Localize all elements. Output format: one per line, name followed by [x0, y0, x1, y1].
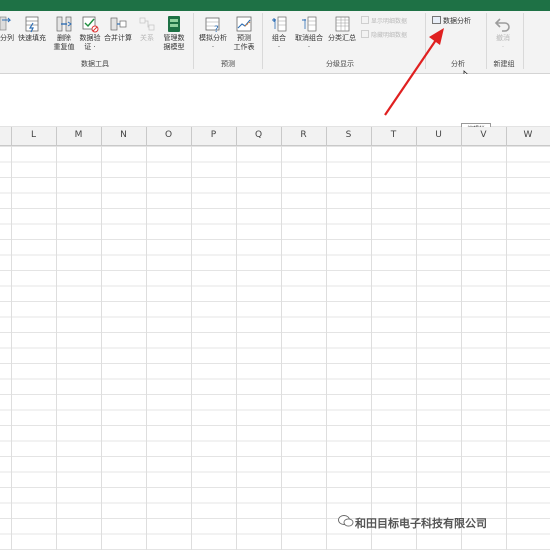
column-header[interactable]: V: [461, 130, 506, 140]
ungroup-rows-icon: [302, 16, 317, 32]
annotation-arrow-icon: [384, 28, 444, 116]
column-header[interactable]: Q: [236, 130, 281, 140]
column-header[interactable]: O: [146, 130, 191, 140]
what-if-analysis-button[interactable]: ? 模拟分析 ·: [197, 15, 229, 52]
relationships-label: 关系: [140, 34, 154, 42]
subtotal-label: 分类汇总: [328, 34, 356, 42]
subtotal-icon: [335, 16, 350, 32]
column-header[interactable]: W: [506, 130, 550, 140]
what-if-icon: ?: [205, 17, 220, 33]
group-label-forecast: 预测: [221, 60, 235, 68]
text-to-columns-label: 分列: [0, 34, 14, 42]
remove-duplicates-icon: [56, 16, 72, 32]
group-label-data-tools: 数据工具: [81, 60, 109, 68]
column-header[interactable]: T: [371, 130, 416, 140]
group-label-new-group: 新建组: [493, 60, 515, 68]
undo-button[interactable]: 撤消 ·: [490, 15, 516, 52]
excel-title-bar: [0, 0, 550, 11]
remove-duplicates-label-1: 删除: [57, 34, 71, 42]
column-header[interactable]: P: [191, 130, 236, 140]
ungroup-label-2: ·: [307, 43, 311, 51]
manage-data-model-button[interactable]: 管理数 据模型: [161, 15, 187, 52]
group-button[interactable]: 组合 ·: [266, 15, 292, 52]
wechat-logo-icon: [338, 515, 354, 527]
consolidate-button[interactable]: 合并计算: [103, 15, 133, 43]
column-separator: [506, 127, 507, 145]
ungroup-label-1: 取消组合: [295, 34, 323, 42]
undo-icon: [494, 18, 510, 32]
relationships-icon: [139, 17, 155, 31]
column-header[interactable]: M: [56, 130, 101, 140]
subtotal-button[interactable]: 分类汇总: [326, 15, 358, 43]
show-detail-icon: [361, 16, 369, 24]
column-header[interactable]: S: [326, 130, 371, 140]
column-separator: [101, 127, 102, 145]
column-separator: [461, 127, 462, 145]
consolidate-icon: [110, 17, 127, 31]
ribbon-separator: [523, 13, 524, 69]
watermark-text: 和田目标电子科技有限公司: [355, 517, 487, 530]
data-validation-label-1: 数据验: [79, 34, 101, 42]
ribbon-data-tab: 分列 快速填充 删除 重复值 数据验 证 · 合并计算 关系 管理数 据模型 数…: [0, 11, 550, 74]
svg-text:?: ?: [214, 25, 219, 33]
column-separator: [191, 127, 192, 145]
column-separator: [326, 127, 327, 145]
flash-fill-button[interactable]: 快速填充: [17, 15, 47, 43]
column-separator: [56, 127, 57, 145]
text-to-columns-icon: [0, 16, 12, 31]
data-model-icon: [168, 16, 180, 32]
column-header[interactable]: L: [11, 130, 56, 140]
hide-detail-icon: [361, 30, 369, 38]
remove-duplicates-button[interactable]: 删除 重复值: [52, 15, 76, 52]
column-header[interactable]: U: [416, 130, 461, 140]
data-validation-button[interactable]: 数据验 证 ·: [77, 15, 103, 52]
consolidate-label: 合并计算: [104, 34, 132, 42]
group-label-outline: 分级显示: [326, 60, 354, 68]
undo-dropdown-dot: ·: [501, 43, 505, 51]
column-header[interactable]: R: [281, 130, 326, 140]
group-label-2: ·: [277, 43, 281, 51]
ungroup-button[interactable]: 取消组合 ·: [293, 15, 325, 52]
column-separator: [11, 127, 12, 145]
forecast-chart-icon: [236, 16, 252, 32]
column-header-row: L M N O P Q R S T U V W: [0, 127, 550, 146]
forecast-label-2: 工作表: [233, 43, 255, 51]
remove-duplicates-label-2: 重复值: [53, 43, 75, 51]
column-separator: [146, 127, 147, 145]
manage-data-model-label-2: 据模型: [163, 43, 185, 51]
what-if-label-2: ·: [211, 43, 215, 51]
text-to-columns-button[interactable]: 分列: [0, 15, 14, 43]
group-label-1: 组合: [272, 34, 286, 42]
flash-fill-icon: [25, 16, 39, 33]
formula-bar-area[interactable]: [0, 74, 550, 127]
ribbon-separator: [193, 13, 194, 69]
data-validation-icon: [82, 16, 99, 33]
forecast-label-1: 预测: [237, 34, 251, 42]
column-separator: [371, 127, 372, 145]
undo-label: 撤消: [496, 34, 510, 42]
worksheet-grid[interactable]: [0, 146, 550, 550]
data-validation-label-2: 证 ·: [84, 43, 96, 51]
forecast-sheet-button[interactable]: 预测 工作表: [231, 15, 257, 52]
group-rows-icon: [272, 16, 287, 32]
column-header[interactable]: N: [101, 130, 146, 140]
flash-fill-label: 快速填充: [18, 34, 46, 42]
manage-data-model-label-1: 管理数: [163, 34, 185, 42]
column-separator: [416, 127, 417, 145]
column-separator: [236, 127, 237, 145]
what-if-label-1: 模拟分析: [199, 34, 227, 42]
column-separator: [281, 127, 282, 145]
ribbon-separator: [262, 13, 263, 69]
relationships-button[interactable]: 关系: [137, 15, 157, 43]
